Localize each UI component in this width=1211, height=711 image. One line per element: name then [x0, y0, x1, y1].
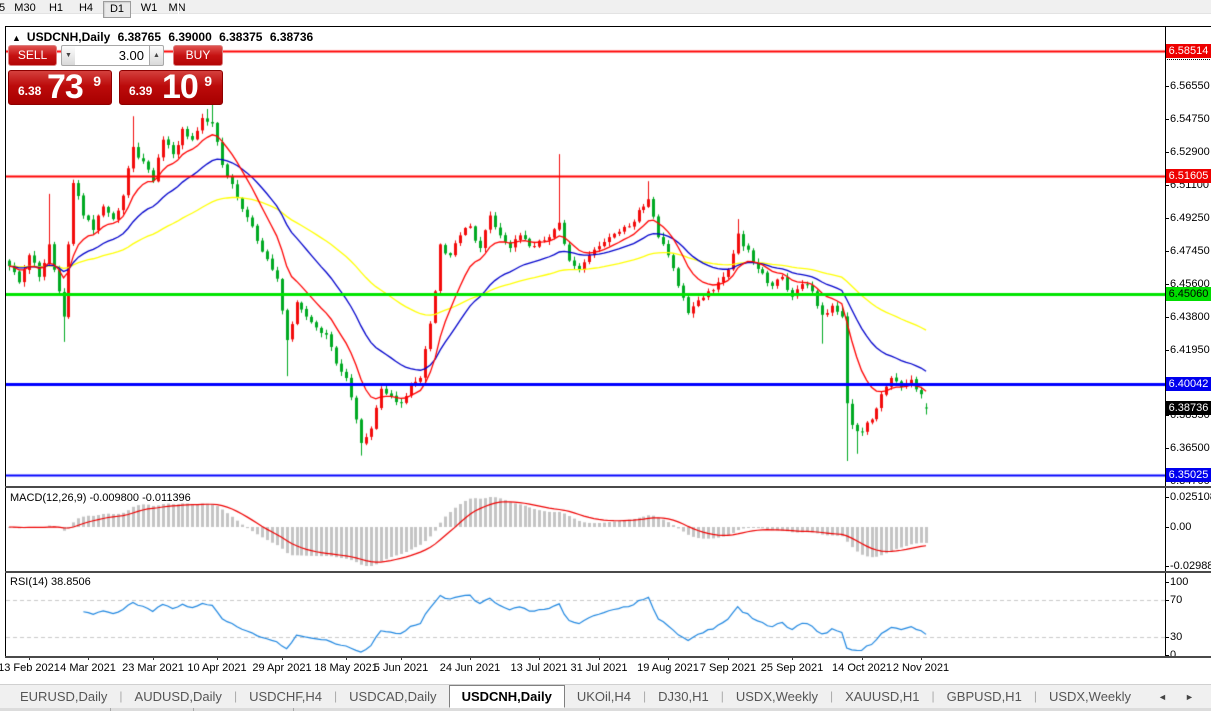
chart-title: USDCNH,Daily — [27, 30, 110, 44]
volume-increase-icon[interactable]: ▲ — [149, 45, 164, 66]
timeframe-button-mn[interactable]: MN — [163, 1, 191, 18]
level-badge-6.45060[interactable]: 6.45060 — [1166, 287, 1211, 301]
date-tick: 14 Oct 2021 — [832, 662, 892, 674]
level-badge-6.40042[interactable]: 6.40042 — [1166, 377, 1211, 391]
tab-usdx-weekly[interactable]: USDX,Weekly — [1037, 686, 1143, 709]
tab-gbpusd-h1[interactable]: GBPUSD,H1 — [935, 686, 1034, 709]
date-tick: 18 May 2021 — [314, 662, 378, 674]
timeframe-button-d1[interactable]: D1 — [103, 1, 131, 18]
timeframe-button-m30[interactable]: M30 — [10, 1, 40, 18]
selected-level-dots — [1167, 59, 1210, 60]
tab-usdcad-daily[interactable]: USDCAD,Daily — [337, 686, 448, 709]
tab-usdchf-h4[interactable]: USDCHF,H4 — [237, 686, 334, 709]
time-axis[interactable]: 13 Feb 20214 Mar 2021 23 Mar 202110 Apr 2… — [0, 656, 1211, 680]
timeframe-button-h1[interactable]: H1 — [42, 1, 70, 18]
tab-dj30-h1[interactable]: DJ30,H1 — [646, 686, 721, 709]
tab-eurusd-daily[interactable]: EURUSD,Daily — [8, 686, 119, 709]
rsi-scale: 100 — [1170, 576, 1188, 588]
date-tick: 13 Jul 2021 — [511, 662, 568, 674]
date-tick: 31 Jul 2021 — [571, 662, 628, 674]
rsi-panel-divider[interactable] — [5, 571, 1211, 573]
toolbar-separator — [178, 0, 179, 20]
date-tick: 4 Mar 2021 — [60, 662, 116, 674]
rsi-indicator-label: RSI(14) 38.8506 — [10, 576, 91, 588]
level-badge-6.35025[interactable]: 6.35025 — [1166, 468, 1211, 482]
buy-price-big: 10 — [162, 68, 198, 107]
sell-price-sup: 9 — [93, 73, 101, 89]
date-tick: 10 Apr 2021 — [187, 662, 246, 674]
chart-tab-bar: EURUSD,Daily|AUDUSD,Daily|USDCHF,H4|USDC… — [0, 684, 1211, 708]
current-price-badge[interactable]: 6.38736 — [1166, 401, 1211, 415]
tab-strip: EURUSD,Daily|AUDUSD,Daily|USDCHF,H4|USDC… — [8, 685, 1143, 709]
tab-xauusd-h1[interactable]: XAUUSD,H1 — [833, 686, 931, 709]
sell-price-big: 73 — [47, 68, 83, 107]
date-tick: 2 Nov 2021 — [893, 662, 949, 674]
date-tick: 5 Jun 2021 — [374, 662, 428, 674]
volume-decrease-icon[interactable]: ▼ — [61, 45, 76, 66]
price-tick: 6.54750 — [1170, 113, 1210, 125]
timeframe-button-h4[interactable]: H4 — [72, 1, 100, 18]
macd-panel-divider[interactable] — [5, 486, 1211, 488]
price-tick: 6.56550 — [1170, 80, 1210, 92]
buy-price-sup: 9 — [204, 73, 212, 89]
buy-button[interactable]: BUY — [173, 45, 223, 66]
rsi-scale: 0 — [1170, 649, 1176, 661]
date-tick: 24 Jun 2021 — [440, 662, 501, 674]
sell-price-box[interactable]: 6.38 73 9 — [8, 70, 112, 105]
rsi-canvas[interactable] — [6, 573, 1165, 656]
rsi-scale: 70 — [1170, 594, 1182, 606]
price-tick: 6.41950 — [1170, 344, 1210, 356]
date-tick: 13 Feb 2021 — [0, 662, 60, 674]
price-tick: 6.43800 — [1170, 311, 1210, 323]
trading-terminal: 5M30H1H4D1W1MN ▲ USDCNH,Daily 6.38765 6.3… — [0, 0, 1211, 711]
tab-usdcnh-daily[interactable]: USDCNH,Daily — [449, 685, 565, 708]
price-tick: 6.36500 — [1170, 442, 1210, 454]
price-axis-border — [1165, 27, 1166, 658]
macd-indicator-label: MACD(12,26,9) -0.009800 -0.011396 — [10, 492, 191, 504]
collapse-arrow-icon[interactable]: ▲ — [12, 33, 21, 43]
timeframe-toolbar: 5M30H1H4D1W1MN — [0, 0, 1211, 14]
sell-price-small: 6.38 — [18, 84, 41, 98]
rsi-scale: 30 — [1170, 631, 1182, 643]
one-click-trade-panel: SELL ▼ ▲ BUY 6.38 73 9 6.39 10 9 — [8, 45, 223, 105]
date-tick: 29 Apr 2021 — [252, 662, 311, 674]
level-badge-6.58514[interactable]: 6.58514 — [1166, 44, 1211, 58]
timeframe-button-5[interactable]: 5 — [0, 1, 8, 18]
date-axis-divider — [5, 656, 1211, 658]
date-tick: 19 Aug 2021 — [637, 662, 699, 674]
tab-scroll-right-icon[interactable]: ► — [1185, 692, 1194, 702]
buy-price-small: 6.39 — [129, 84, 152, 98]
date-tick: 7 Sep 2021 — [700, 662, 756, 674]
tab-audusd-daily[interactable]: AUDUSD,Daily — [123, 686, 234, 709]
timeframe-button-w1[interactable]: W1 — [135, 1, 163, 18]
tab-scroll-left-icon[interactable]: ◄ — [1158, 692, 1167, 702]
chart-header: ▲ USDCNH,Daily 6.38765 6.39000 6.38375 6.… — [12, 30, 317, 44]
tab-ukoil-h4[interactable]: UKOil,H4 — [565, 686, 643, 709]
sell-button[interactable]: SELL — [8, 45, 57, 66]
price-tick: 6.52900 — [1170, 146, 1210, 158]
level-badge-6.51605[interactable]: 6.51605 — [1166, 169, 1211, 183]
date-tick: 23 Mar 2021 — [122, 662, 184, 674]
volume-input[interactable] — [75, 45, 150, 66]
price-tick: 6.49250 — [1170, 212, 1210, 224]
price-tick: 6.47450 — [1170, 245, 1210, 257]
macd-scale: 0.025108 — [1170, 491, 1211, 503]
buy-price-box[interactable]: 6.39 10 9 — [119, 70, 223, 105]
tab-usdx-weekly[interactable]: USDX,Weekly — [724, 686, 830, 709]
ohlc-open: 6.38765 — [118, 30, 161, 44]
ohlc-high: 6.39000 — [168, 30, 211, 44]
date-tick: 25 Sep 2021 — [761, 662, 823, 674]
ohlc-low: 6.38375 — [219, 30, 262, 44]
macd-scale: 0.00 — [1170, 521, 1191, 533]
ohlc-close: 6.38736 — [270, 30, 313, 44]
